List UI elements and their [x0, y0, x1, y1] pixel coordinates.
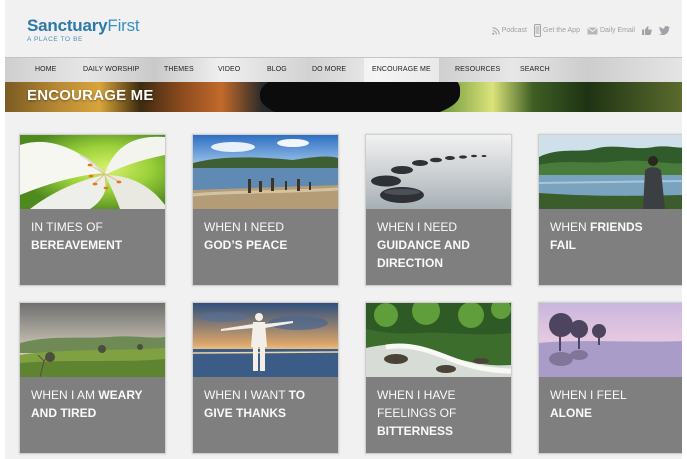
man-arms-outstretched-photo: [193, 303, 338, 377]
page-title: ENCOURAGE ME: [27, 87, 154, 104]
card-gods-peace[interactable]: WHEN I NEED GOD’S PEACE: [192, 134, 339, 286]
mail-icon: [587, 26, 598, 35]
card-give-thanks[interactable]: WHEN I WANT TO GIVE THANKS: [192, 302, 339, 454]
phone-icon: [534, 24, 541, 37]
like-link[interactable]: [642, 26, 652, 35]
rss-icon: [491, 26, 500, 35]
get-app-label: Get the App: [543, 27, 580, 34]
lily-photo: [20, 135, 165, 209]
logo-tagline: A PLACE TO BE: [27, 36, 83, 43]
twitter-icon: [659, 26, 670, 35]
card-bereavement[interactable]: IN TIMES OF BEREAVEMENT: [19, 134, 166, 286]
lake-shore-photo: [193, 135, 338, 209]
main-nav: HOME DAILY WORSHIP THEMES VIDEO BLOG DO …: [5, 57, 682, 83]
stepping-stones-photo: [366, 135, 511, 209]
card-label: WHEN I NEED GUIDANCE AND DIRECTION: [377, 220, 470, 270]
card-label: WHEN I WANT TO GIVE THANKS: [204, 388, 306, 420]
card-label: IN TIMES OF BEREAVEMENT: [31, 220, 123, 252]
nav-video[interactable]: VIDEO: [218, 58, 240, 82]
daily-email-label: Daily Email: [599, 27, 635, 34]
river-rapids-photo: [366, 303, 511, 377]
logo-wordmark: SanctuaryFirst: [27, 16, 140, 35]
nav-encourage-me[interactable]: ENCOURAGE ME: [364, 58, 439, 82]
banner-shadow-shape: [260, 82, 460, 112]
site-logo[interactable]: SanctuaryFirst A PLACE TO BE: [27, 16, 140, 44]
man-by-lake-photo: [539, 135, 682, 209]
card-label: WHEN FRIENDS FAIL: [550, 220, 643, 252]
page-banner: ENCOURAGE ME: [5, 82, 682, 112]
card-bitterness[interactable]: WHEN I HAVE FEELINGS OF BITTERNESS: [365, 302, 512, 454]
thumbs-up-icon: [642, 26, 652, 35]
misty-lake-trees-photo: [539, 303, 682, 377]
page: SanctuaryFirst A PLACE TO BE Podcast Get…: [5, 0, 682, 459]
card-friends-fail[interactable]: WHEN FRIENDS FAIL: [538, 134, 682, 286]
nav-do-more[interactable]: DO MORE: [312, 58, 346, 82]
card-alone[interactable]: WHEN I FEEL ALONE: [538, 302, 682, 454]
get-app-link[interactable]: Get the App: [534, 24, 580, 37]
card-label: WHEN I FEEL ALONE: [550, 388, 627, 420]
nav-daily-worship[interactable]: DAILY WORSHIP: [83, 58, 139, 82]
hazy-meadow-photo: [20, 303, 165, 377]
nav-home[interactable]: HOME: [35, 58, 56, 82]
card-guidance[interactable]: WHEN I NEED GUIDANCE AND DIRECTION: [365, 134, 512, 286]
nav-resources[interactable]: RESOURCES: [455, 58, 500, 82]
utility-links: Podcast Get the App Daily Email: [491, 24, 670, 37]
daily-email-link[interactable]: Daily Email: [587, 26, 635, 35]
podcast-link[interactable]: Podcast: [491, 26, 527, 35]
card-weary[interactable]: WHEN I AM WEARY AND TIRED: [19, 302, 166, 454]
card-label: WHEN I HAVE FEELINGS OF BITTERNESS: [377, 388, 457, 438]
twitter-link[interactable]: [659, 26, 670, 35]
card-label: WHEN I AM WEARY AND TIRED: [31, 388, 143, 420]
nav-blog[interactable]: BLOG: [267, 58, 287, 82]
card-label: WHEN I NEED GOD’S PEACE: [204, 220, 288, 252]
podcast-label: Podcast: [501, 27, 527, 34]
nav-themes[interactable]: THEMES: [164, 58, 194, 82]
nav-search[interactable]: SEARCH: [520, 58, 550, 82]
